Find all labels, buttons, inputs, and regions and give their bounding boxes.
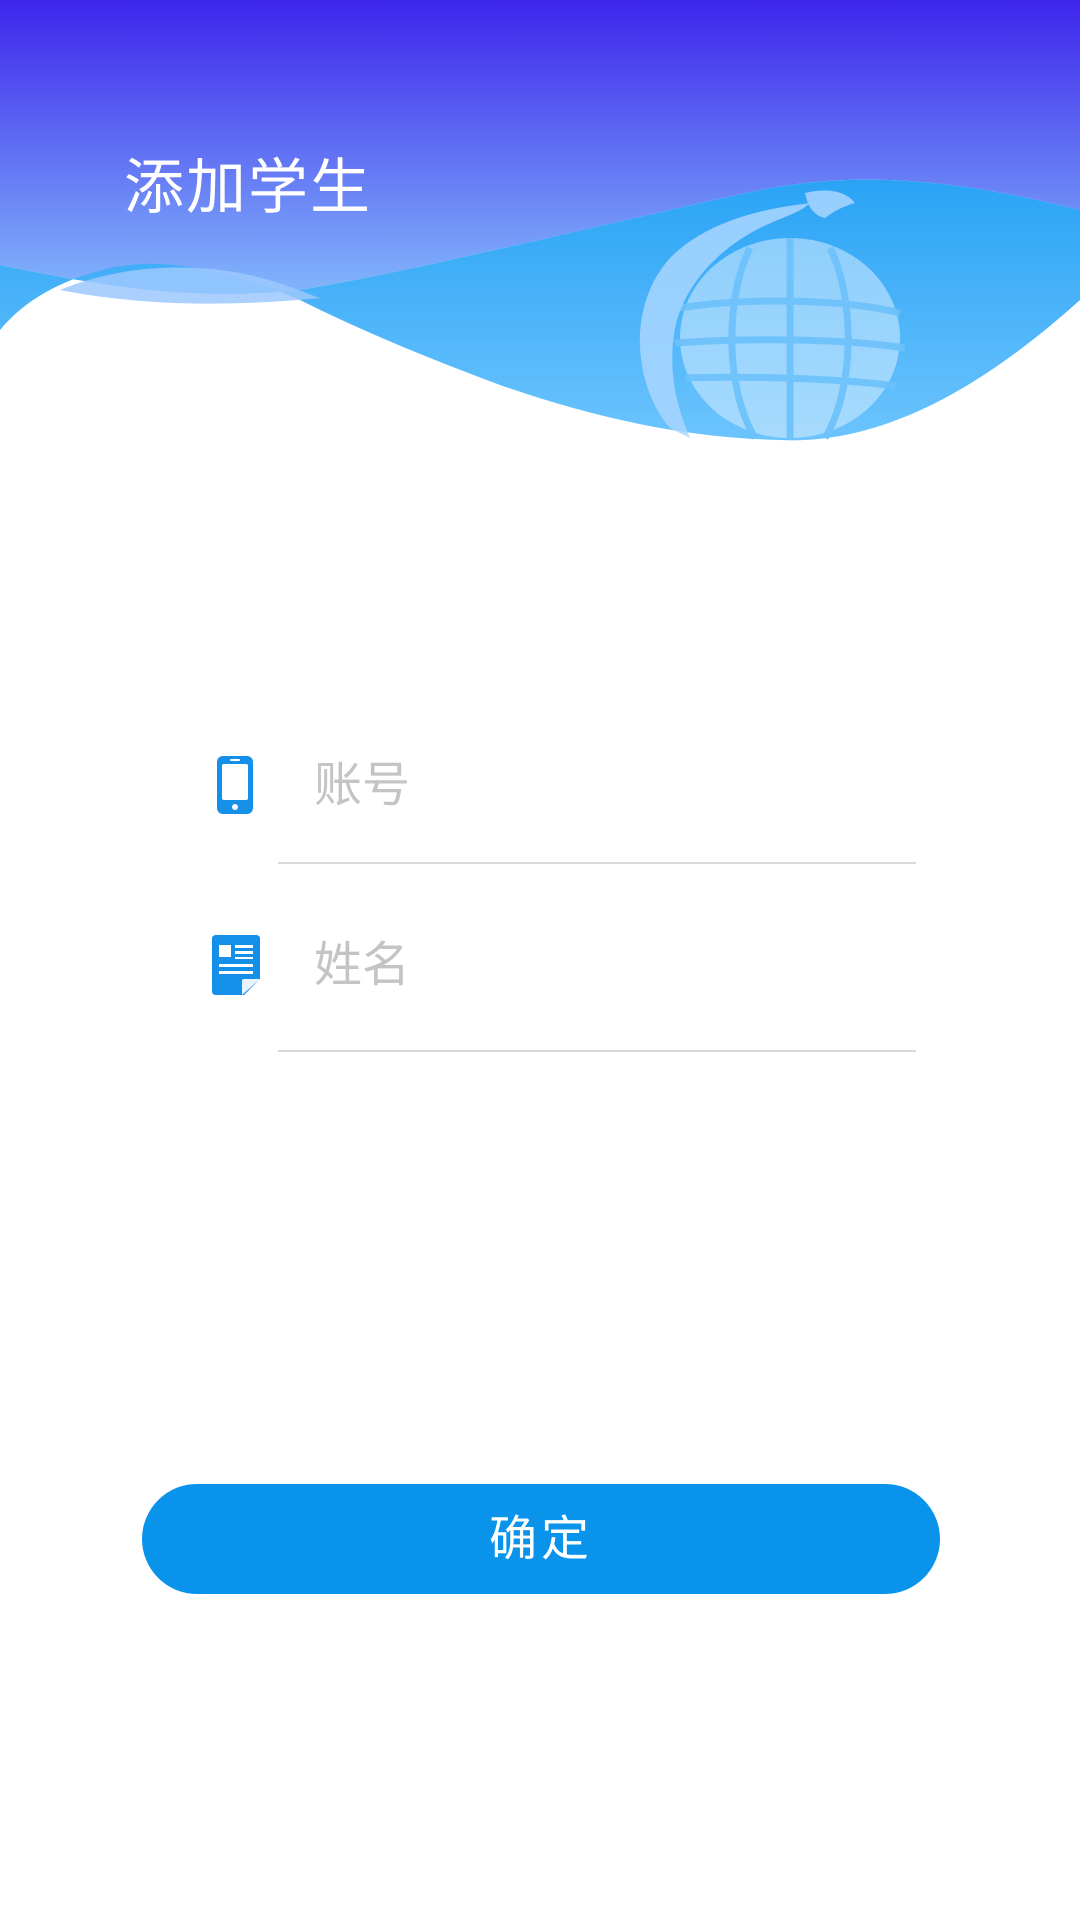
page-title: 添加学生 [124, 153, 372, 223]
document-icon [212, 935, 260, 995]
name-underline [278, 1050, 916, 1052]
account-underline [278, 862, 916, 864]
dragon-globe-icon [639, 190, 906, 440]
phone-icon [217, 756, 253, 814]
name-field-row [0, 905, 1080, 1052]
account-input[interactable] [314, 747, 914, 823]
header-wave-background [0, 0, 1080, 441]
confirm-button[interactable]: 确定 [142, 1484, 940, 1594]
name-input[interactable] [314, 927, 914, 1003]
add-student-page: 添加学生 确定 [0, 0, 1080, 1920]
account-field-row [0, 725, 1080, 864]
